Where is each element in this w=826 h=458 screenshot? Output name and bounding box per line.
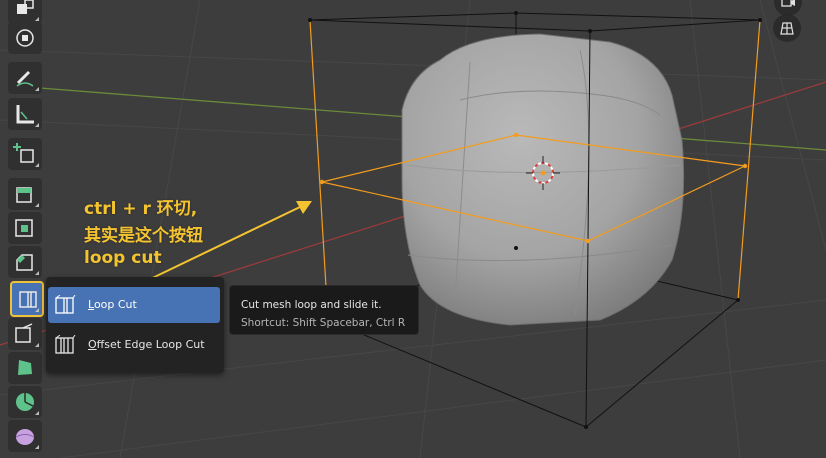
add-cube-tool-button[interactable]: [8, 138, 42, 170]
annotation-line-1: ctrl + r 环切,: [84, 199, 198, 219]
menu-item-label: Offset Edge Loop Cut: [88, 338, 205, 351]
annotation-line-2: 其实是这个按钮: [84, 226, 203, 246]
inset-icon: [15, 219, 33, 237]
move-icon: [16, 29, 34, 47]
annotation-line-3: loop cut: [84, 248, 162, 268]
pencil-icon: [16, 70, 34, 87]
extrude-icon: [16, 187, 32, 203]
transform-tool-button[interactable]: [8, 0, 42, 24]
knife-icon: [15, 323, 33, 343]
menu-item-label: Loop Cut: [88, 298, 137, 311]
camera-icon: [781, 0, 795, 7]
smooth-tool-button[interactable]: [8, 420, 42, 452]
inset-tool-button[interactable]: [8, 212, 42, 244]
ortho-toggle-gizmo[interactable]: [773, 14, 801, 42]
measure-tool-button[interactable]: [8, 98, 42, 130]
tool-tooltip: Cut mesh loop and slide it. Shortcut: Sh…: [229, 285, 419, 335]
poly-build-icon: [18, 360, 32, 375]
ruler-icon: [16, 105, 34, 124]
loop-cut-tool-button[interactable]: [10, 281, 44, 317]
tooltip-description: Cut mesh loop and slide it.: [241, 299, 382, 311]
menu-item-offset-edge-loop-cut[interactable]: Offset Edge Loop Cut: [48, 327, 220, 363]
grid-icon: [780, 22, 794, 35]
spin-icon: [16, 393, 34, 411]
transform-icon: [17, 0, 34, 14]
loop-cut-flyout-menu: Loop Cut Offset Edge Loop Cut: [46, 277, 224, 373]
tool-shelf: [0, 0, 44, 458]
subdivided-cube-mesh: [401, 33, 685, 326]
loop-cut-icon: [55, 295, 76, 314]
knife-tool-button[interactable]: [8, 318, 42, 350]
bevel-icon: [16, 254, 33, 271]
annotate-tool-button[interactable]: [8, 62, 42, 94]
bevel-tool-button[interactable]: [8, 246, 42, 278]
extrude-tool-button[interactable]: [8, 178, 42, 210]
poly-build-tool-button[interactable]: [8, 352, 42, 384]
tooltip-shortcut: Shortcut: Shift Spacebar, Ctrl R: [241, 317, 406, 329]
spin-tool-button[interactable]: [8, 386, 42, 418]
menu-item-loop-cut[interactable]: Loop Cut: [48, 287, 220, 323]
add-cube-icon: [13, 143, 34, 163]
move-tool-button[interactable]: [8, 22, 42, 54]
offset-edge-loop-icon: [55, 335, 76, 354]
smooth-icon: [15, 429, 35, 445]
